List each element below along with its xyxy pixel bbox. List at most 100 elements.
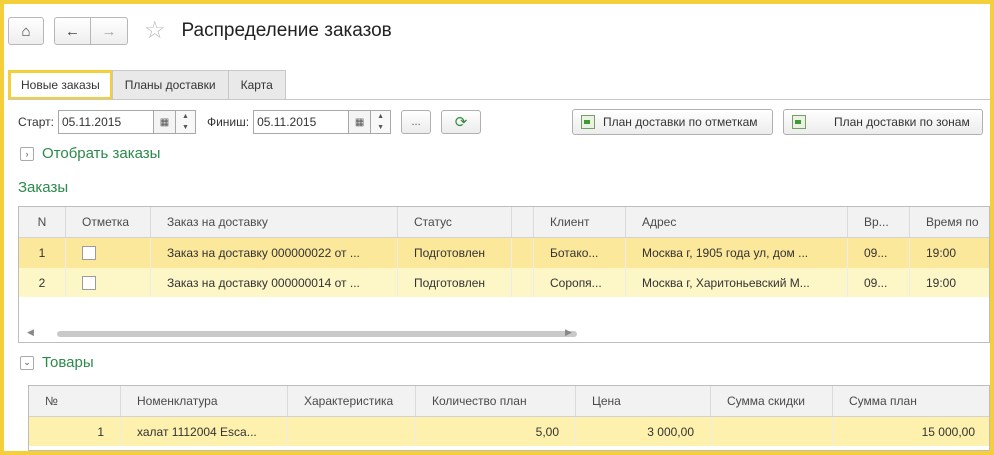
address-cell: Москва г, Харитоньевский М... (625, 268, 847, 297)
blank-cell (511, 268, 533, 297)
goods-header: № Номенклатура Характеристика Количество… (29, 386, 989, 417)
col-characteristic[interactable]: Характеристика (287, 386, 415, 416)
row-number: 1 (38, 246, 46, 260)
sum-cell: 15 000,00 (832, 417, 991, 446)
back-button[interactable]: ← (54, 17, 91, 45)
spin-down-icon: ▼ (377, 124, 385, 131)
row-number: 1 (97, 424, 104, 439)
arrow-right-icon: → (101, 22, 117, 40)
orders-title: Заказы (18, 179, 69, 196)
col-blank[interactable] (511, 207, 533, 237)
tab-new-orders[interactable]: Новые заказы (8, 70, 113, 100)
mark-cell (65, 238, 150, 268)
spin-up-icon: ▲ (377, 113, 385, 120)
date-filter: Старт: 05.11.2015 ▦ ▲ ▼ Финиш: 05.11.2015… (18, 109, 482, 135)
goods-group[interactable]: ⌄ Товары (20, 354, 94, 371)
mark-checkbox[interactable] (82, 246, 96, 260)
finish-label: Финиш: (206, 115, 250, 129)
finish-date-field[interactable]: 05.11.2015 (253, 110, 350, 134)
scroll-right-icon[interactable]: ▶ (565, 327, 572, 338)
blank-cell (511, 238, 533, 268)
col-n[interactable]: N (19, 207, 65, 237)
finish-calendar-button[interactable]: ▦ (349, 110, 372, 134)
order-cell: Заказ на доставку 000000014 от ... (150, 268, 397, 297)
order-cell: Заказ на доставку 000000022 от ... (150, 238, 397, 268)
favorite-star-icon[interactable]: ☆ (144, 19, 166, 43)
orders-header: N Отметка Заказ на доставку Статус Клиен… (19, 207, 989, 238)
start-label: Старт: (18, 115, 54, 129)
nomenclature-cell: халат 1112004 Esca... (120, 417, 287, 446)
mark-cell (65, 268, 150, 297)
table-row[interactable]: 2 Заказ на доставку 000000014 от ... Под… (19, 268, 989, 297)
plan-icon (581, 115, 595, 129)
discount-cell (710, 417, 832, 446)
col-qty-plan[interactable]: Количество план (415, 386, 575, 416)
forward-button[interactable]: → (91, 17, 128, 45)
chevron-right-icon: › (20, 146, 34, 161)
mark-checkbox[interactable] (82, 275, 96, 290)
refresh-button[interactable]: ⟳ (441, 110, 482, 134)
select-period-button[interactable]: ... (401, 110, 432, 134)
scroll-left-icon[interactable]: ◀ (27, 327, 34, 338)
qty-cell: 5,00 (415, 417, 575, 446)
tab-divider (8, 99, 990, 100)
status-cell: Подготовлен (397, 268, 511, 297)
col-status[interactable]: Статус (397, 207, 511, 237)
orders-section: Заказы (18, 179, 68, 196)
start-date-stepper[interactable]: ▲ ▼ (175, 110, 196, 134)
col-sum-plan[interactable]: Сумма план (832, 386, 991, 416)
col-time-from[interactable]: Вр... (847, 207, 909, 237)
client-cell: Соропя... (533, 268, 625, 297)
address-cell: Москва г, 1905 года ул, дом ... (625, 238, 847, 268)
finish-date-stepper[interactable]: ▲ ▼ (371, 110, 392, 134)
col-time-to[interactable]: Время по (909, 207, 991, 237)
calendar-icon: ▦ (354, 116, 365, 128)
plan-by-marks-button[interactable]: План доставки по отметкам (572, 109, 773, 135)
table-row[interactable]: 1 халат 1112004 Esca... 5,00 3 000,00 15… (29, 417, 989, 446)
client-cell: Ботако... (533, 238, 625, 268)
table-row[interactable]: 1 Заказ на доставку 000000022 от ... Под… (19, 238, 989, 268)
tab-bar: Новые заказы Планы доставки Карта (8, 70, 286, 100)
home-button[interactable]: ⌂ (8, 17, 44, 45)
plan-by-zones-label: План доставки по зонам (834, 115, 970, 129)
time-from-cell: 09... (847, 238, 909, 268)
col-order[interactable]: Заказ на доставку (150, 207, 397, 237)
col-client[interactable]: Клиент (533, 207, 625, 237)
col-number[interactable]: № (29, 386, 120, 416)
top-bar: ⌂ ← → ☆ Распределение заказов (8, 16, 392, 46)
orders-table: N Отметка Заказ на доставку Статус Клиен… (18, 206, 990, 343)
col-price[interactable]: Цена (575, 386, 710, 416)
horizontal-scrollbar[interactable] (57, 331, 577, 337)
start-date-field[interactable]: 05.11.2015 (57, 110, 154, 134)
status-cell: Подготовлен (397, 238, 511, 268)
characteristic-cell (287, 417, 415, 446)
price-cell: 3 000,00 (575, 417, 710, 446)
plan-icon (792, 115, 806, 129)
calendar-icon: ▦ (159, 116, 170, 128)
row-number: 2 (38, 275, 46, 290)
select-orders-label: Отобрать заказы (42, 145, 161, 162)
col-address[interactable]: Адрес (625, 207, 847, 237)
spin-down-icon: ▼ (181, 124, 189, 131)
home-icon: ⌂ (21, 22, 31, 40)
history-nav: ← → (54, 17, 128, 45)
page-title: Распределение заказов (181, 20, 392, 41)
select-orders-group[interactable]: › Отобрать заказы (20, 145, 160, 162)
spin-up-icon: ▲ (181, 113, 189, 120)
start-calendar-button[interactable]: ▦ (153, 110, 176, 134)
col-discount[interactable]: Сумма скидки (710, 386, 832, 416)
tab-map[interactable]: Карта (227, 70, 286, 100)
goods-title: Товары (42, 354, 94, 371)
time-to-cell: 19:00 (909, 238, 991, 268)
plan-by-zones-button[interactable]: План доставки по зонам (783, 109, 983, 135)
refresh-icon: ⟳ (454, 114, 468, 131)
chevron-down-icon: ⌄ (20, 355, 34, 370)
time-to-cell: 19:00 (909, 268, 991, 297)
arrow-left-icon: ← (65, 22, 80, 40)
tab-delivery-plans[interactable]: Планы доставки (111, 70, 229, 100)
goods-table: № Номенклатура Характеристика Количество… (28, 385, 990, 451)
col-nomenclature[interactable]: Номенклатура (120, 386, 287, 416)
plan-by-marks-label: План доставки по отметкам (603, 115, 758, 129)
col-mark[interactable]: Отметка (65, 207, 150, 237)
time-from-cell: 09... (847, 268, 909, 297)
